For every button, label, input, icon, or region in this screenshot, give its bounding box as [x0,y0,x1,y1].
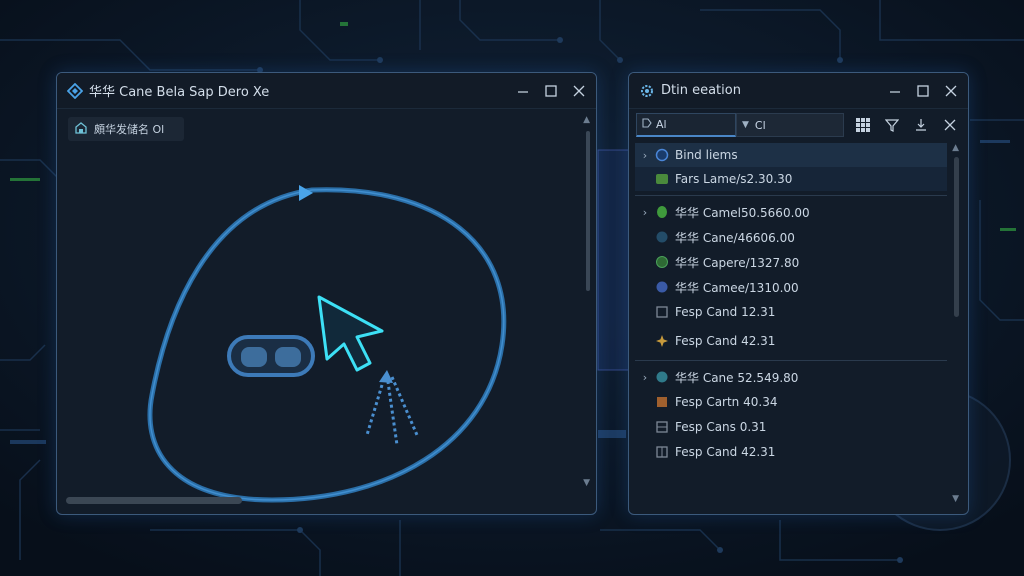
circle-icon [655,370,669,384]
square-icon [655,172,669,186]
close-icon[interactable] [944,84,958,98]
capsule-icon [227,335,315,377]
chevron-down-icon: ▼ [742,120,749,130]
chevron-right-icon[interactable]: › [635,371,655,384]
window-title: Dtin eeation [661,83,741,98]
list-item[interactable]: 华华 Cane/46606.00 [635,225,947,249]
list-item[interactable]: › 华华 Cane 52.549.80 [635,365,947,389]
chevron-right-icon[interactable]: › [635,206,655,219]
star-icon [655,334,669,348]
list-item[interactable]: Fesp Cand 12.31 [635,300,947,324]
gear-logo-icon [639,83,655,99]
circle-icon [655,280,669,294]
close-icon[interactable] [942,117,958,133]
filter-select[interactable]: ▼ Cl [736,113,844,137]
square-icon [655,395,669,409]
maximize-icon[interactable] [544,84,558,98]
items-window-titlebar[interactable]: Dtin eeation [629,73,968,109]
diamond-logo-icon [67,82,83,99]
list-item[interactable]: Fesp Cand 42.31 [635,440,947,464]
scroll-up-icon[interactable]: ▲ [952,143,959,153]
list-item-label: Fesp Cand 12.31 [675,305,776,319]
house-icon [74,121,88,138]
canvas-window-titlebar[interactable]: 华华 Cane Bela Sap Dero Xe [57,73,596,109]
list-item-label: 华华 Cane/46606.00 [675,230,795,245]
filter-icon[interactable] [884,117,900,133]
list-item-label: Bind liems [675,148,738,162]
toolbar-chip-label: 頗华发储名 Ol [94,123,165,136]
item-list: › Bind liems Fars Lame/s2.30.30 › 华华 Cam… [635,143,947,464]
circle-icon [655,255,669,269]
list-item[interactable]: Fesp Cand 42.31 [635,329,947,353]
window-title: 华华 Cane Bela Sap Dero Xe [89,85,270,100]
vertical-scrollbar[interactable] [586,131,590,291]
minimize-icon[interactable] [888,84,902,98]
download-icon[interactable] [913,117,929,133]
list-item-label: 华华 Camel50.5660.00 [675,205,810,220]
list-item-label: 华华 Cane 52.549.80 [675,370,799,385]
horizontal-scrollbar[interactable] [66,497,242,504]
list-item[interactable]: Fesp Cartn 40.34 [635,390,947,414]
list-item[interactable]: › Bind liems [635,143,947,167]
drawing-canvas[interactable] [57,145,597,515]
items-window: Dtin eeation Al ▼ Cl › Bind liems Fars L… [628,72,969,515]
square-icon [655,420,669,434]
list-item-label: Fesp Cand 42.31 [675,334,776,348]
list-item-label: 华华 Camee/1310.00 [675,280,799,295]
vertical-scrollbar[interactable] [954,157,959,317]
chevron-right-icon[interactable]: › [635,149,655,162]
list-item-label: Fars Lame/s2.30.30 [675,172,793,186]
list-item[interactable]: › 华华 Camel50.5660.00 [635,200,947,224]
minimize-icon[interactable] [516,84,530,98]
list-item[interactable]: Fars Lame/s2.30.30 [635,167,947,191]
search-input[interactable]: Al [636,113,736,137]
trail-arrow-icon [365,374,419,446]
circle-icon [655,148,669,162]
list-item-label: Fesp Cand 42.31 [675,445,776,459]
scroll-down-icon[interactable]: ▼ [583,478,590,488]
list-item[interactable]: Fesp Cans 0.31 [635,415,947,439]
loop-arrowhead-icon [299,185,313,201]
tag-icon [642,118,652,131]
list-item[interactable]: 华华 Capere/1327.80 [635,250,947,274]
list-item-label: 华华 Capere/1327.80 [675,255,800,270]
divider [635,360,947,361]
search-value: Al [656,118,667,131]
square-icon [655,305,669,319]
divider [635,195,947,196]
scroll-up-icon[interactable]: ▲ [583,115,590,125]
close-icon[interactable] [572,84,586,98]
leaf-icon [655,205,669,219]
cursor-arrow-icon [317,295,384,372]
canvas-window: 华华 Cane Bela Sap Dero Xe 頗华发储名 Ol ▲ ▼ [56,72,597,515]
grid-icon[interactable] [855,117,871,133]
list-item-label: Fesp Cans 0.31 [675,420,767,434]
maximize-icon[interactable] [916,84,930,98]
toolbar-chip[interactable]: 頗华发储名 Ol [68,117,184,141]
circle-icon [655,230,669,244]
list-item-label: Fesp Cartn 40.34 [675,395,778,409]
list-item[interactable]: 华华 Camee/1310.00 [635,275,947,299]
select-value: Cl [754,118,766,132]
square-icon [655,445,669,459]
scroll-down-icon[interactable]: ▼ [952,494,959,504]
